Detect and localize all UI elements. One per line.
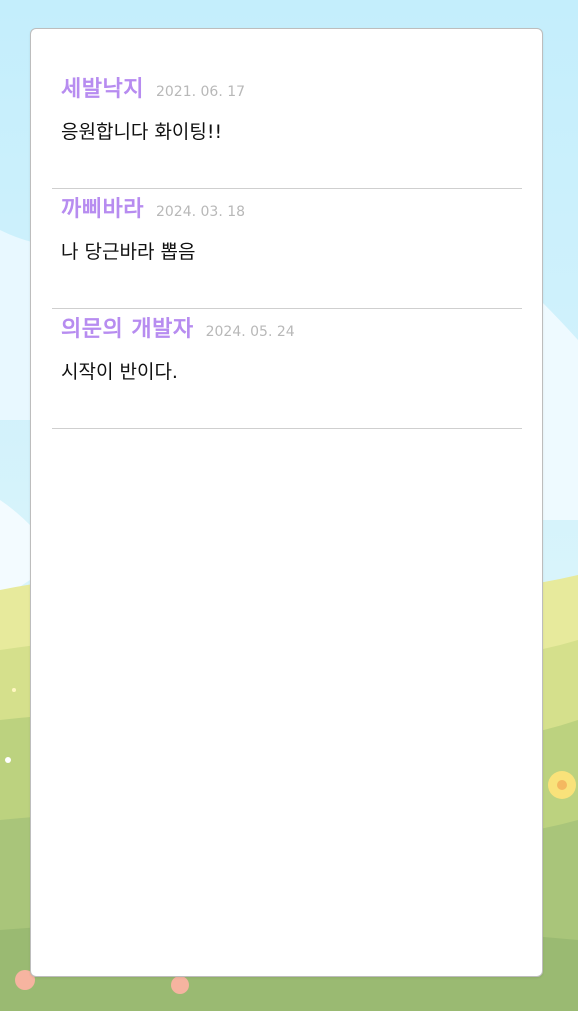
entry-header: 까삐바라 2024. 03. 18 [61, 191, 245, 223]
entry-header: 의문의 개발자 2024. 05. 24 [61, 311, 295, 343]
guestbook-card: 세발낙지 2021. 06. 17 응원합니다 화이팅!! 까삐바라 2024.… [30, 28, 543, 977]
author-name: 까삐바라 [61, 197, 144, 222]
guestbook-entry: 세발낙지 2021. 06. 17 응원합니다 화이팅!! [52, 69, 522, 189]
guestbook-list: 세발낙지 2021. 06. 17 응원합니다 화이팅!! 까삐바라 2024.… [52, 69, 522, 429]
guestbook-entry: 까삐바라 2024. 03. 18 나 당근바라 뽑음 [52, 189, 522, 309]
entry-message: 시작이 반이다. [61, 361, 178, 383]
entry-header: 세발낙지 2021. 06. 17 [61, 71, 245, 103]
guestbook-entry: 의문의 개발자 2024. 05. 24 시작이 반이다. [52, 309, 522, 429]
entry-date: 2021. 06. 17 [155, 84, 246, 100]
entry-date: 2024. 03. 18 [155, 204, 246, 220]
entry-message: 응원합니다 화이팅!! [61, 121, 223, 143]
entry-date: 2024. 05. 24 [205, 324, 295, 340]
author-name: 의문의 개발자 [61, 317, 194, 342]
author-name: 세발낙지 [61, 77, 144, 102]
entry-message: 나 당근바라 뽑음 [61, 241, 196, 263]
